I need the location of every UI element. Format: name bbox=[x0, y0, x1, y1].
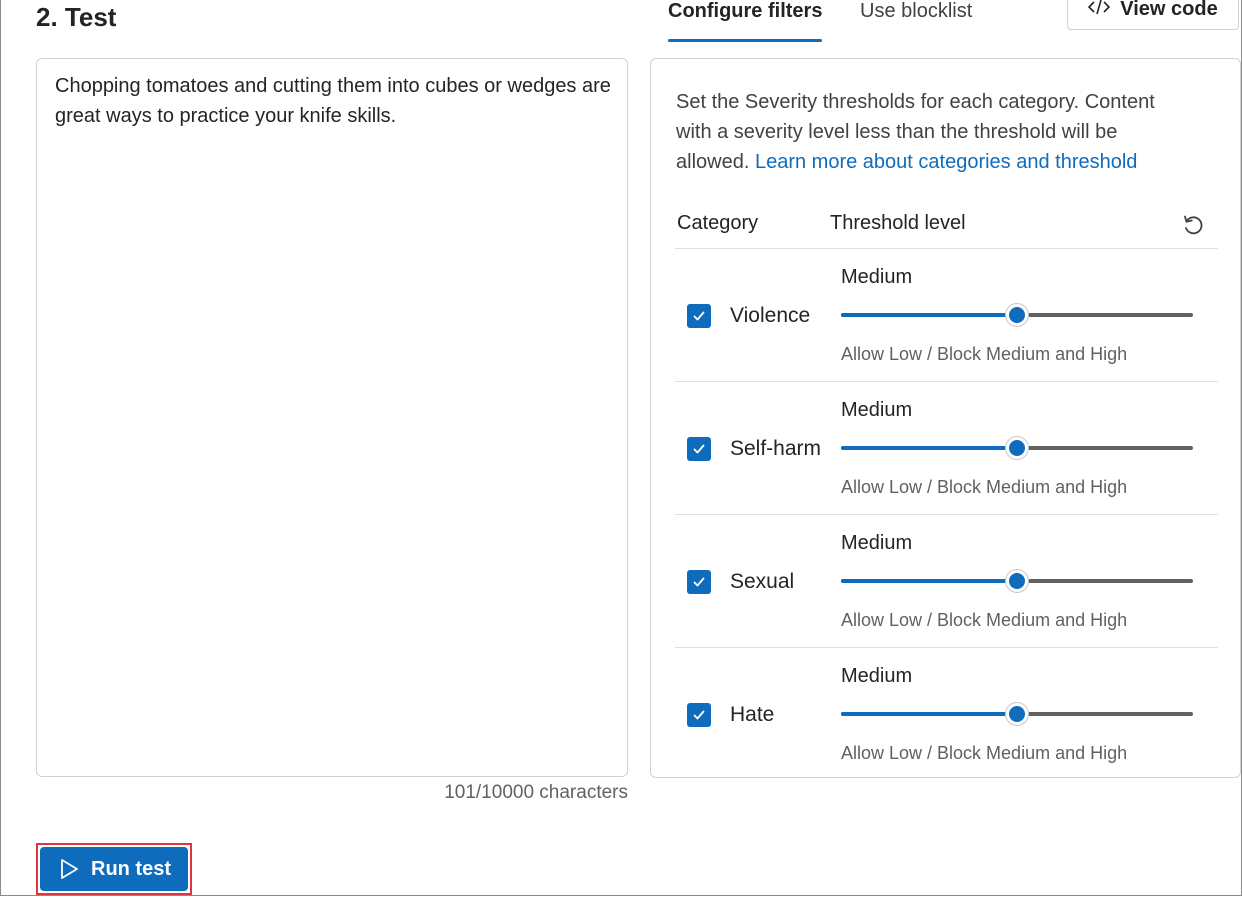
active-tab-indicator bbox=[668, 39, 822, 42]
threshold-level-label: Medium bbox=[841, 399, 913, 421]
run-test-label: Run test bbox=[91, 857, 171, 880]
tab-configure-filters[interactable]: Configure filters bbox=[668, 0, 822, 23]
filters-panel: Set the Severity thresholds for each cat… bbox=[650, 58, 1241, 778]
category-label: Hate bbox=[730, 703, 775, 726]
learn-more-link[interactable]: Learn more about categories and threshol… bbox=[755, 151, 1137, 173]
filter-row-self-harm: Self-harm Medium Allow Low / Block Mediu… bbox=[675, 382, 1218, 515]
threshold-note: Allow Low / Block Medium and High bbox=[841, 477, 1128, 497]
threshold-note: Allow Low / Block Medium and High bbox=[841, 610, 1128, 630]
category-label: Self-harm bbox=[730, 437, 822, 460]
test-text-content: Chopping tomatoes and cutting them into … bbox=[55, 75, 611, 127]
slider-fill bbox=[841, 313, 1017, 317]
threshold-level-label: Medium bbox=[841, 665, 913, 687]
slider-fill bbox=[841, 712, 1017, 716]
checkmark-icon bbox=[693, 710, 705, 720]
threshold-level-label: Medium bbox=[841, 266, 913, 288]
checkmark-icon bbox=[693, 444, 705, 454]
header-category: Category bbox=[677, 212, 759, 234]
filters-description: Set the Severity thresholds for each cat… bbox=[676, 87, 1186, 177]
code-icon bbox=[1088, 0, 1111, 21]
reset-icon[interactable] bbox=[1180, 212, 1206, 238]
slider-fill bbox=[841, 446, 1017, 450]
filter-row-hate: Hate Medium Allow Low / Block Medium and… bbox=[675, 648, 1218, 781]
run-test-highlight: Run test bbox=[36, 843, 192, 895]
section-title: 2. Test bbox=[36, 2, 117, 32]
threshold-level-label: Medium bbox=[841, 532, 913, 554]
violence-threshold-slider[interactable] bbox=[841, 303, 1193, 327]
character-count: 101/10000 characters bbox=[444, 782, 628, 803]
run-test-button[interactable]: Run test bbox=[40, 847, 188, 891]
filter-row-violence: Violence Medium Allow Low / Block Medium… bbox=[675, 249, 1218, 382]
test-text-input[interactable]: Chopping tomatoes and cutting them into … bbox=[36, 58, 628, 777]
self-harm-checkbox[interactable] bbox=[687, 437, 711, 461]
hate-checkbox[interactable] bbox=[687, 703, 711, 727]
slider-thumb[interactable] bbox=[1005, 569, 1029, 593]
sexual-threshold-slider[interactable] bbox=[841, 569, 1193, 593]
violence-checkbox[interactable] bbox=[687, 304, 711, 328]
tab-use-blocklist[interactable]: Use blocklist bbox=[860, 0, 972, 23]
threshold-note: Allow Low / Block Medium and High bbox=[841, 344, 1128, 364]
slider-thumb[interactable] bbox=[1005, 303, 1029, 327]
sexual-checkbox[interactable] bbox=[687, 570, 711, 594]
hate-threshold-slider[interactable] bbox=[841, 702, 1193, 726]
self-harm-threshold-slider[interactable] bbox=[841, 436, 1193, 460]
threshold-note: Allow Low / Block Medium and High bbox=[841, 743, 1128, 763]
view-code-button[interactable]: View code bbox=[1067, 0, 1239, 30]
view-code-label: View code bbox=[1120, 0, 1218, 20]
play-icon bbox=[61, 859, 78, 879]
category-label: Violence bbox=[730, 304, 811, 327]
slider-thumb[interactable] bbox=[1005, 702, 1029, 726]
category-label: Sexual bbox=[730, 570, 795, 593]
filter-row-sexual: Sexual Medium Allow Low / Block Medium a… bbox=[675, 515, 1218, 648]
checkmark-icon bbox=[693, 577, 705, 587]
header-threshold-level: Threshold level bbox=[830, 212, 966, 234]
checkmark-icon bbox=[693, 311, 705, 321]
slider-thumb[interactable] bbox=[1005, 436, 1029, 460]
slider-fill bbox=[841, 579, 1017, 583]
